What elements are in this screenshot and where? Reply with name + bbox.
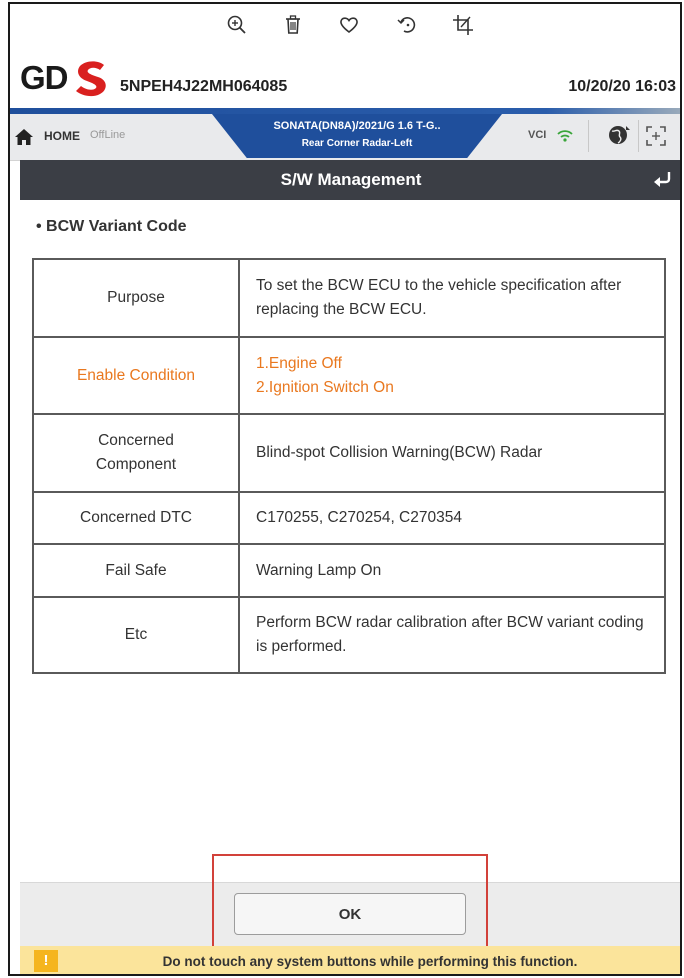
- row-label: Enable Condition: [32, 336, 240, 415]
- row-label: Concerned DTC: [32, 491, 240, 545]
- row-value: Blind-spot Collision Warning(BCW) Radar: [238, 413, 666, 493]
- row-value: C170255, C270254, C270354: [238, 491, 666, 545]
- info-table: Purpose To set the BCW ECU to the vehicl…: [32, 258, 666, 674]
- row-label: Fail Safe: [32, 543, 240, 598]
- connection-status: OffLine: [90, 129, 126, 141]
- vci-label: VCI: [528, 129, 547, 141]
- row-value: 1.Engine Off 2.Ignition Switch On: [238, 336, 666, 415]
- row-label: Purpose: [32, 258, 240, 338]
- label-line: Concerned: [98, 432, 174, 449]
- page-title: S/W Management: [280, 170, 422, 189]
- vehicle-model: SONATA(DN8A)/2021/G 1.6 T-G..: [273, 120, 441, 132]
- table-row: Concerned Component Blind-spot Collision…: [32, 413, 666, 493]
- row-value: To set the BCW ECU to the vehicle specif…: [238, 258, 666, 338]
- condition-line: 1.Engine Off: [256, 354, 342, 372]
- screen-capture-icon[interactable]: [644, 124, 668, 148]
- table-row: Purpose To set the BCW ECU to the vehicl…: [32, 258, 666, 338]
- viewer-toolbar: [10, 4, 680, 46]
- warning-icon: !: [34, 950, 58, 972]
- zoom-in-icon[interactable]: [224, 12, 250, 38]
- heart-icon[interactable]: [336, 12, 362, 38]
- label-line: Component: [95, 456, 177, 473]
- home-button[interactable]: HOME: [44, 129, 80, 143]
- condition-line: 2.Ignition Switch On: [256, 378, 394, 396]
- warning-message: Do not touch any system buttons while pe…: [162, 954, 578, 969]
- rotate-icon[interactable]: [394, 12, 420, 38]
- table-row: Enable Condition 1.Engine Off 2.Ignition…: [32, 336, 666, 415]
- app-frame: GD 5NPEH4J22MH064085 10/20/20 16:03 HOME…: [8, 2, 682, 976]
- back-icon[interactable]: [650, 166, 676, 192]
- nav-divider: [638, 120, 639, 152]
- table-row: Etc Perform BCW radar calibration after …: [32, 596, 666, 674]
- nav-bar: HOME OffLine SONATA(DN8A)/2021/G 1.6 T-G…: [10, 114, 680, 161]
- annotation-highlight-box: [212, 854, 488, 952]
- crop-icon[interactable]: [450, 12, 476, 38]
- row-value: Perform BCW radar calibration after BCW …: [238, 596, 666, 674]
- datetime: 10/20/20 16:03: [568, 78, 676, 95]
- gds-logo: GD: [20, 59, 106, 97]
- vin-number: 5NPEH4J22MH064085: [120, 78, 288, 95]
- table-row: Concerned DTC C170255, C270254, C270354: [32, 491, 666, 545]
- row-value: Warning Lamp On: [238, 543, 666, 598]
- vehicle-info-tab[interactable]: SONATA(DN8A)/2021/G 1.6 T-G.. Rear Corne…: [212, 114, 502, 158]
- row-label: Etc: [32, 596, 240, 674]
- wifi-signal-icon: [556, 127, 574, 143]
- section-label: • BCW Variant Code: [36, 218, 187, 235]
- nav-divider: [588, 120, 589, 152]
- row-label: Concerned Component: [32, 413, 240, 493]
- trash-icon[interactable]: [280, 12, 306, 38]
- svg-text:GD: GD: [20, 59, 68, 96]
- vehicle-system: Rear Corner Radar-Left: [301, 138, 413, 149]
- home-icon[interactable]: [14, 127, 34, 147]
- warning-bar: ! Do not touch any system buttons while …: [20, 946, 680, 974]
- app-header: GD 5NPEH4J22MH064085 10/20/20 16:03: [10, 48, 680, 110]
- title-bar: S/W Management: [20, 160, 680, 200]
- globe-update-icon[interactable]: [606, 122, 632, 148]
- table-row: Fail Safe Warning Lamp On: [32, 543, 666, 598]
